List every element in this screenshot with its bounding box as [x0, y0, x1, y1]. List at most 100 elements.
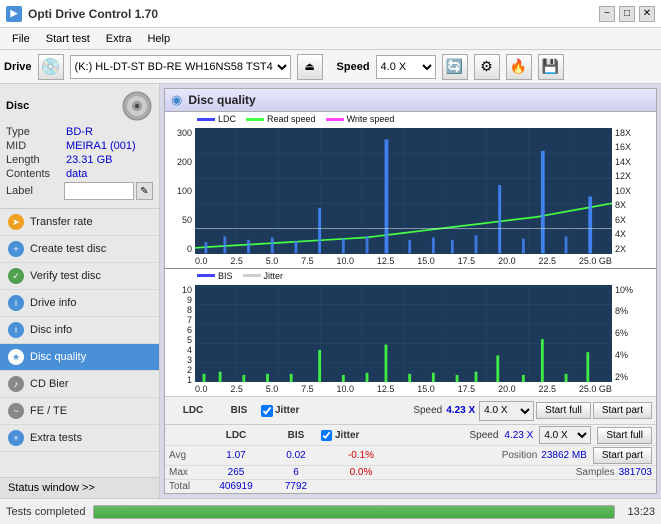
start-part-btn-area: Start part	[593, 447, 652, 464]
stats-samples-area: Samples 381703	[576, 467, 652, 478]
sidebar-label-drive-info: Drive info	[30, 297, 76, 309]
legend-write-label: Write speed	[347, 114, 395, 124]
ybr-8p: 8%	[615, 306, 628, 316]
speed-select[interactable]: 4.0 X 1.0 X 2.0 X 6.0 X 8.0 X Max	[376, 55, 436, 79]
disc-mid-field: MID MEIRA1 (001)	[6, 140, 153, 152]
cd-bier-icon: ♪	[8, 376, 24, 392]
drive-select[interactable]: (K:) HL-DT-ST BD-RE WH16NS58 TST4	[70, 55, 291, 79]
legend-read-color	[246, 118, 264, 121]
speed-stat-label: Speed	[413, 405, 442, 416]
y-label-300: 300	[177, 128, 192, 138]
yr-4x: 4X	[615, 229, 626, 239]
fe-te-icon: ~	[8, 403, 24, 419]
disc-mid-value: MEIRA1 (001)	[66, 140, 136, 152]
ybr-6p: 6%	[615, 328, 628, 338]
menu-start-test[interactable]: Start test	[38, 31, 98, 47]
y-label-100: 100	[177, 186, 192, 196]
samples-label: Samples	[576, 467, 615, 478]
disc-quality-header-icon: ◉	[171, 92, 182, 108]
stats-bis-col: BIS	[219, 405, 259, 416]
sidebar-item-drive-info[interactable]: i Drive info	[0, 290, 159, 317]
xt-0: 0.0	[195, 256, 208, 266]
minimize-button[interactable]: −	[599, 6, 615, 22]
yr-16x: 16X	[615, 142, 631, 152]
burn-button[interactable]: 🔥	[506, 54, 532, 80]
sidebar-item-disc-info[interactable]: i Disc info	[0, 317, 159, 344]
xb-100: 10.0	[337, 384, 355, 394]
stats-rows: LDC BIS Jitter Speed 4.23 X 4.0 X	[165, 424, 656, 493]
disc-mid-label: MID	[6, 140, 66, 152]
disc-quality-header: ◉ Disc quality	[165, 89, 656, 112]
legend-ldc: LDC	[197, 114, 236, 124]
menu-extra[interactable]: Extra	[98, 31, 140, 47]
jitter-checkbox2[interactable]	[321, 430, 332, 441]
legend-bis-label: BIS	[218, 271, 233, 281]
yr-12x: 12X	[615, 171, 631, 181]
start-full-btn[interactable]: Start full	[597, 427, 652, 444]
sidebar-item-verify-test-disc[interactable]: ✓ Verify test disc	[0, 263, 159, 290]
xt-125: 12.5	[377, 256, 395, 266]
disc-label-field: Label ✎	[6, 182, 153, 200]
y-label-200: 200	[177, 157, 192, 167]
stats-max-row: Max 265 6 0.0% Samples 381703	[165, 466, 656, 480]
disc-label-edit-button[interactable]: ✎	[136, 182, 153, 200]
start-part-button[interactable]: Start part	[593, 402, 652, 419]
ybr-2p: 2%	[615, 372, 628, 382]
stats-avg-ldc: 1.07	[201, 450, 271, 461]
status-window-button[interactable]: Status window >>	[0, 477, 159, 498]
titlebar-controls: − □ ✕	[599, 6, 655, 22]
stats-speed-val: 4.23 X	[504, 430, 533, 441]
menu-help[interactable]: Help	[139, 31, 178, 47]
disc-svg	[122, 91, 152, 121]
start-part-btn[interactable]: Start part	[593, 447, 652, 464]
jitter-checkbox[interactable]	[261, 405, 273, 417]
xt-100: 10.0	[337, 256, 355, 266]
sidebar-item-cd-bier[interactable]: ♪ CD Bier	[0, 371, 159, 398]
sidebar-item-disc-quality[interactable]: ★ Disc quality	[0, 344, 159, 371]
settings-button[interactable]: ⚙	[474, 54, 500, 80]
sidebar-label-disc-info: Disc info	[30, 324, 72, 336]
sidebar-menu: ➤ Transfer rate + Create test disc ✓ Ver…	[0, 209, 159, 477]
xb-250: 25.0 GB	[579, 384, 612, 394]
legend-write-speed: Write speed	[326, 114, 395, 124]
sidebar-item-extra-tests[interactable]: + Extra tests	[0, 425, 159, 452]
y-axis-bottom-right: 10% 8% 6% 4% 2%	[612, 285, 656, 383]
ybl-1: 1	[187, 375, 192, 385]
y-label-0t: 0	[187, 244, 192, 254]
stats-total-bis: 7792	[271, 481, 321, 492]
toolbar: Drive 💿 (K:) HL-DT-ST BD-RE WH16NS58 TST…	[0, 50, 661, 84]
yr-14x: 14X	[615, 157, 631, 167]
stats-right-header: Speed 4.23 X 4.0 X	[469, 426, 591, 444]
legend-write-color	[326, 118, 344, 121]
stats-speed-lbl: Speed	[469, 430, 498, 441]
position-value: 23862 MB	[541, 450, 587, 461]
sidebar-item-fe-te[interactable]: ~ FE / TE	[0, 398, 159, 425]
stats-avg-jitter: -0.1%	[321, 450, 401, 461]
speed-stat-select[interactable]: 4.0 X 2.0 X 8.0 X Max	[479, 401, 534, 421]
drive-icon-button[interactable]: 💿	[38, 54, 64, 80]
disc-label-input[interactable]	[64, 182, 134, 200]
stats-total-lbl: Total	[169, 481, 201, 492]
legend-ldc-color	[197, 118, 215, 121]
xb-25: 2.5	[230, 384, 243, 394]
sidebar-label-transfer-rate: Transfer rate	[30, 216, 93, 228]
start-full-button[interactable]: Start full	[536, 402, 591, 419]
eject-button[interactable]: ⏏	[297, 54, 323, 80]
menu-file[interactable]: File	[4, 31, 38, 47]
refresh-button[interactable]: 🔄	[442, 54, 468, 80]
disc-image	[121, 90, 153, 122]
menubar: File Start test Extra Help	[0, 28, 661, 50]
disc-quality-panel: ◉ Disc quality LDC Read speed	[164, 88, 657, 494]
bottom-chart-plot	[195, 285, 612, 383]
sidebar-item-transfer-rate[interactable]: ➤ Transfer rate	[0, 209, 159, 236]
xt-250: 25.0 GB	[579, 256, 612, 266]
save-button[interactable]: 💾	[538, 54, 564, 80]
stats-ldc-header: LDC	[183, 405, 204, 416]
maximize-button[interactable]: □	[619, 6, 635, 22]
sidebar-item-create-test-disc[interactable]: + Create test disc	[0, 236, 159, 263]
stats-max-bis: 6	[271, 467, 321, 478]
close-button[interactable]: ✕	[639, 6, 655, 22]
ybl-3: 3	[187, 355, 192, 365]
yr-2x: 2X	[615, 244, 626, 254]
stats-speed-select[interactable]: 4.0 X	[539, 426, 591, 444]
